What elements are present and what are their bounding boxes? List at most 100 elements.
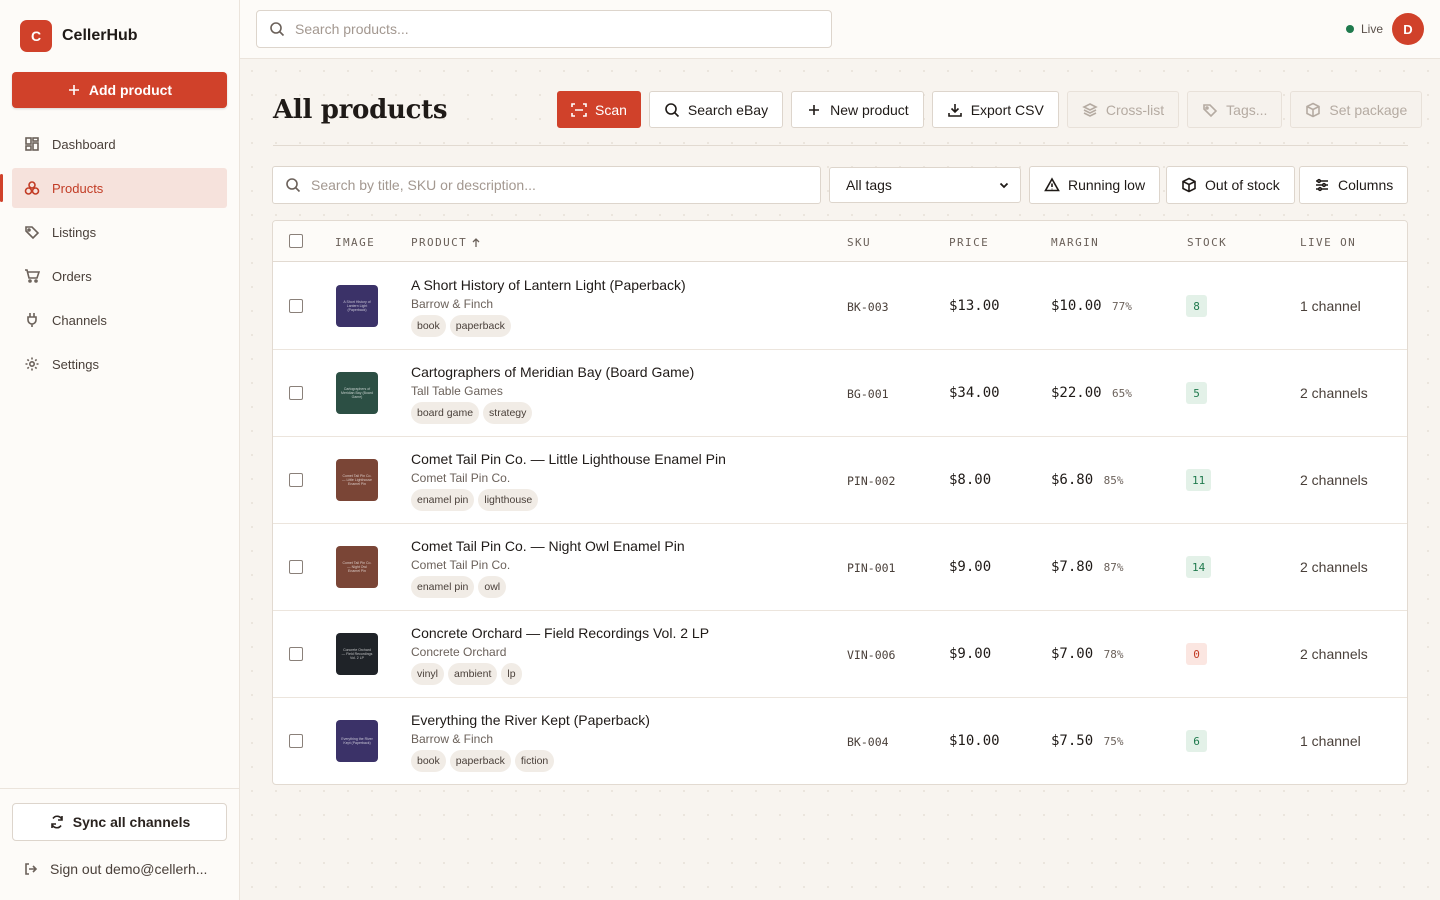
row-checkbox[interactable]	[289, 299, 303, 313]
sidebar-item-listings[interactable]: Listings	[12, 212, 227, 252]
product-thumbnail[interactable]: Concrete Orchard — Field Recordings Vol.…	[336, 633, 378, 675]
avatar[interactable]: D	[1392, 13, 1424, 45]
product-search-input[interactable]	[311, 177, 811, 193]
column-header-price[interactable]: PRICE	[949, 236, 989, 249]
page-title: All products	[273, 95, 448, 125]
product-title[interactable]: Everything the River Kept (Paperback)	[411, 712, 650, 728]
sidebar-item-dashboard[interactable]: Dashboard	[12, 124, 227, 164]
stock-badge: 5	[1186, 382, 1207, 404]
running-low-filter[interactable]: Running low	[1029, 166, 1161, 204]
out-of-stock-filter[interactable]: Out of stock	[1166, 166, 1295, 204]
product-title[interactable]: Comet Tail Pin Co. — Little Lighthouse E…	[411, 451, 726, 467]
tag-chip[interactable]: ambient	[448, 663, 498, 685]
margin-value: $6.80	[1051, 472, 1094, 488]
live-on-channels[interactable]: 2 channels	[1300, 472, 1368, 488]
table-row[interactable]: Comet Tail Pin Co. — Night Owl Enamel Pi…	[273, 524, 1407, 611]
tag-chip[interactable]: owl	[478, 576, 507, 598]
search-icon	[270, 22, 285, 37]
live-on-channels[interactable]: 2 channels	[1300, 385, 1368, 401]
product-thumbnail[interactable]: Comet Tail Pin Co. — Night Owl Enamel Pi…	[336, 546, 378, 588]
product-title[interactable]: A Short History of Lantern Light (Paperb…	[411, 277, 686, 293]
tag-chip[interactable]: fiction	[514, 750, 555, 772]
sign-out-link[interactable]: Sign out demo@cellerh...	[24, 861, 207, 877]
tag-chip[interactable]: book	[411, 750, 446, 772]
tag-chip[interactable]: lighthouse	[478, 489, 539, 511]
row-checkbox[interactable]	[289, 560, 303, 574]
product-title[interactable]: Concrete Orchard — Field Recordings Vol.…	[411, 625, 709, 641]
product-sku: VIN-006	[847, 648, 896, 662]
live-status: Live	[1346, 22, 1383, 36]
product-thumbnail[interactable]: A Short History of Lantern Light (Paperb…	[336, 285, 378, 327]
product-thumbnail[interactable]: Comet Tail Pin Co. — Little Lighthouse E…	[336, 459, 378, 501]
stock-badge: 6	[1186, 730, 1207, 752]
new-product-label: New product	[830, 101, 909, 118]
columns-button[interactable]: Columns	[1299, 166, 1409, 204]
tag-chip[interactable]: enamel pin	[411, 489, 475, 511]
scan-icon	[571, 102, 587, 117]
export-csv-button[interactable]: Export CSV	[931, 91, 1059, 128]
sidebar-item-products[interactable]: Products	[0, 168, 227, 208]
tag-chip[interactable]: book	[411, 315, 446, 337]
sync-channels-button[interactable]: Sync all channels	[12, 803, 227, 841]
live-on-channels[interactable]: 1 channel	[1300, 298, 1361, 314]
tag-chip[interactable]: enamel pin	[411, 576, 475, 598]
live-on-channels[interactable]: 2 channels	[1300, 559, 1368, 575]
sidebar-item-orders[interactable]: Orders	[12, 256, 227, 296]
cross-list-button[interactable]: Cross-list	[1066, 91, 1180, 128]
search-ebay-button[interactable]: Search eBay	[648, 91, 784, 128]
table-row[interactable]: Comet Tail Pin Co. — Little Lighthouse E…	[273, 437, 1407, 524]
global-search[interactable]	[256, 10, 832, 48]
live-on-channels[interactable]: 2 channels	[1300, 646, 1368, 662]
new-product-button[interactable]: New product	[791, 91, 924, 128]
table-row[interactable]: Cartographers of Meridian Bay (Board Gam…	[273, 350, 1407, 437]
row-checkbox[interactable]	[289, 647, 303, 661]
scan-button[interactable]: Scan	[557, 91, 641, 128]
tag-chip[interactable]: lp	[501, 663, 522, 685]
product-thumbnail[interactable]: Cartographers of Meridian Bay (Board Gam…	[336, 372, 378, 414]
tag-filter-select[interactable]: All tags	[829, 167, 1021, 203]
global-search-input[interactable]	[295, 21, 795, 37]
select-all-checkbox[interactable]	[289, 234, 303, 248]
tag-chip[interactable]: vinyl	[411, 663, 445, 685]
column-header-margin[interactable]: MARGIN	[1051, 236, 1099, 249]
table-row[interactable]: A Short History of Lantern Light (Paperb…	[273, 263, 1407, 350]
set-package-button[interactable]: Set package	[1290, 91, 1423, 128]
brand[interactable]: C CellerHub	[20, 20, 138, 52]
tags-button[interactable]: Tags...	[1187, 91, 1283, 128]
column-header-live-on[interactable]: LIVE ON	[1300, 236, 1356, 249]
search-icon	[286, 178, 301, 193]
row-checkbox[interactable]	[289, 473, 303, 487]
add-product-button[interactable]: Add product	[12, 72, 227, 108]
export-csv-label: Export CSV	[970, 101, 1044, 118]
tag-chip[interactable]: strategy	[483, 402, 533, 424]
column-header-sku[interactable]: SKU	[847, 236, 871, 249]
column-header-product[interactable]: PRODUCT	[411, 236, 481, 249]
row-checkbox[interactable]	[289, 386, 303, 400]
product-margin: $7.00 78%	[1051, 646, 1123, 662]
column-header-image[interactable]: IMAGE	[335, 236, 375, 249]
tag-chip[interactable]: paperback	[449, 315, 511, 337]
product-vendor: Concrete Orchard	[411, 645, 507, 659]
column-header-stock[interactable]: STOCK	[1187, 236, 1227, 249]
table-row[interactable]: Concrete Orchard — Field Recordings Vol.…	[273, 611, 1407, 698]
sidebar-item-channels[interactable]: Channels	[12, 300, 227, 340]
product-title[interactable]: Cartographers of Meridian Bay (Board Gam…	[411, 364, 694, 380]
tag-chip[interactable]: board game	[411, 402, 480, 424]
cart-icon	[25, 269, 40, 283]
product-thumbnail[interactable]: Everything the River Kept (Paperback)	[336, 720, 378, 762]
plus-icon	[809, 104, 820, 115]
product-title[interactable]: Comet Tail Pin Co. — Night Owl Enamel Pi…	[411, 538, 685, 554]
sidebar-item-settings[interactable]: Settings	[12, 344, 227, 384]
add-product-label: Add product	[88, 82, 173, 98]
table-row[interactable]: Everything the River Kept (Paperback) Eve…	[273, 698, 1407, 784]
plug-icon	[27, 313, 37, 327]
topbar: Live D	[240, 0, 1440, 59]
live-on-channels[interactable]: 1 channel	[1300, 733, 1361, 749]
product-vendor: Barrow & Finch	[411, 732, 494, 746]
margin-percent: 87%	[1103, 561, 1124, 574]
product-search[interactable]	[272, 166, 821, 204]
sync-icon	[50, 815, 63, 829]
row-checkbox[interactable]	[289, 734, 303, 748]
toolbar: Scan Search eBay New product Export CSV …	[557, 91, 1423, 128]
tag-chip[interactable]: paperback	[449, 750, 511, 772]
